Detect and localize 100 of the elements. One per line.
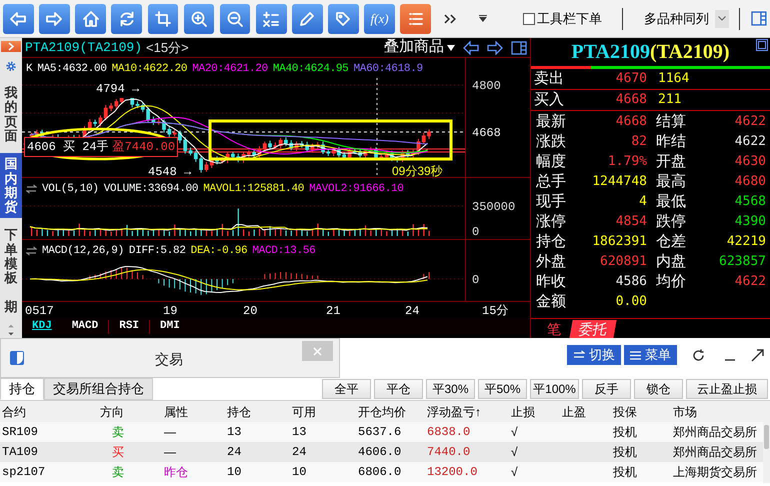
quote-value: 4622 [734,133,766,152]
table-cell-text: 6806.0 [357,464,402,481]
quote-volume: 211 [658,91,682,110]
quote-value: 4622 [734,113,766,132]
quote-value: 82 [630,133,647,152]
table-cell-text: — [163,444,177,461]
sidebar-tab[interactable]: 我的页面 [0,82,22,148]
quote-label: 开盘 [656,152,687,172]
action-button[interactable]: 平100% [530,379,579,399]
quote-label: 涨停 [535,212,567,232]
menu-button[interactable]: 菜单 [624,345,677,365]
layout-select[interactable]: 多品种同列 [644,8,730,28]
quote-label: 卖出 [533,68,565,89]
quote-label: 总手 [535,172,567,192]
action-button[interactable]: 平30% [426,379,475,399]
indicator-tab[interactable]: MACD [62,318,108,335]
window-title: 交易 [155,350,183,369]
quote-label: 昨结 [656,132,687,152]
column-header[interactable]: 市场 [671,402,763,420]
table-cell-text: 郑州商品交易所 [672,424,758,441]
table-cell-text: √ [510,444,519,461]
sidebar-tab[interactable]: 下单模板 [0,224,22,290]
action-button[interactable]: 全平 [322,379,371,399]
action-button[interactable]: 平50% [478,379,527,399]
table-cell-text: √ [510,464,519,481]
position-tab[interactable]: 交易所组合持仓 [44,378,153,400]
table-cell-text: 10 [291,464,308,481]
table-cell-text: 24 [226,444,242,461]
axis-label: 0 [472,272,480,289]
quote-value: 1862391 [591,233,647,252]
action-button[interactable]: 平仓 [374,379,423,399]
indicator-value: MA20:4621.20 [192,62,268,77]
overlay-menu[interactable]: 叠加商品 [384,36,455,59]
table-cell-text: TA109 [1,444,40,461]
table-cell-text: 10 [226,464,242,481]
indicator-value: DEA:-0.96 [190,244,248,259]
table-cell-text: sp2107 [1,464,46,481]
action-button[interactable]: 云止盈止损 [686,379,768,399]
quote-label: 昨收 [535,272,567,292]
symbol-title: PTA2109 [571,40,650,65]
table-cell-text: 买 [111,444,125,461]
quote-volume: 1164 [658,70,690,88]
quote-label: 金额 [535,292,567,312]
table-row[interactable]: TA109 买 — 24 24 4606.0 7440.0 √ 投机 郑州商品交易所 [0,442,763,462]
axis-label: 350000 [472,199,516,216]
table-row[interactable]: sp2107 卖 昨仓 10 10 6806.0 13200.0 √ 投机 上海期货交易所 [0,462,763,482]
quote-value: 4586 [614,273,647,292]
switch-button[interactable]: 切换 [567,345,621,365]
indicator-tab[interactable]: DMI [150,318,190,335]
table-row[interactable]: SR109 卖 — 13 13 5637.6 6838.0 √ 投机 郑州商品交易所 [0,422,763,442]
low-price-marker: 4548 → [148,164,192,178]
quote-label: 外盘 [535,252,567,272]
indicator-value: MA60:4618.9 [354,62,423,77]
indicator-name: K [26,62,32,77]
column-header[interactable]: 止损 [509,402,560,420]
quote-value: 4622 [734,273,766,292]
column-header[interactable]: 开仓均价 [356,402,425,420]
quote-label: 买入 [533,90,565,110]
indicator-tab[interactable]: KDJ [22,318,62,335]
table-cell-text: 投机 [612,444,638,461]
position-tab[interactable]: 持仓 [0,378,44,400]
indicator-value: VOLUME:33694.00 [104,182,198,197]
quote-value: 4568 [734,193,766,212]
quote-tab[interactable]: 笔 [539,320,569,338]
quote-tab[interactable]: 委托 [569,320,617,338]
column-header[interactable]: 方向 [98,402,162,420]
sidebar-tab[interactable]: 期 [0,296,22,318]
quote-value: 620891 [599,253,647,272]
quote-label: 最新 [535,112,567,132]
indicator-tab[interactable]: RSI [109,318,150,335]
table-cell-text: 13200.0 [426,464,478,481]
quote-label: 涨跌 [535,132,567,152]
quote-value: 4680 [734,173,766,192]
quote-label: 内盘 [656,252,687,272]
sidebar-tab[interactable]: 国内期货 [0,153,22,218]
table-cell-text: — [163,424,177,441]
column-header[interactable]: 合约 [0,402,98,420]
column-header[interactable]: 属性 [162,402,225,420]
date-label: 20 [243,303,258,320]
action-button[interactable]: 反手 [582,379,631,399]
symbol-title: PTA2109(TA2109) [25,38,142,57]
quote-label: 持仓 [535,232,567,252]
table-cell-text: SR109 [1,424,40,441]
quote-value: 1244748 [591,173,647,192]
function-button[interactable]: f(x) [364,4,395,34]
quote-label: 结算 [656,112,687,132]
column-header[interactable]: 投保 [611,402,671,420]
table-cell-text: 5637.6 [357,424,402,441]
axis-label: 0 [472,224,480,241]
period-label: 15分 [482,303,508,320]
column-header[interactable]: 止盈 [560,402,611,420]
column-header[interactable]: 浮动盈亏↑ [425,402,509,420]
column-header[interactable]: 持仓 [225,402,290,420]
quote-value: 4630 [734,153,766,172]
table-cell-text: 6838.0 [426,424,472,441]
quote-value: 4 [638,193,647,212]
table-cell-text: 24 [291,444,308,461]
quote-label: 幅度 [535,152,567,172]
action-button[interactable]: 锁仓 [634,379,683,399]
column-header[interactable]: 可用 [290,402,356,420]
